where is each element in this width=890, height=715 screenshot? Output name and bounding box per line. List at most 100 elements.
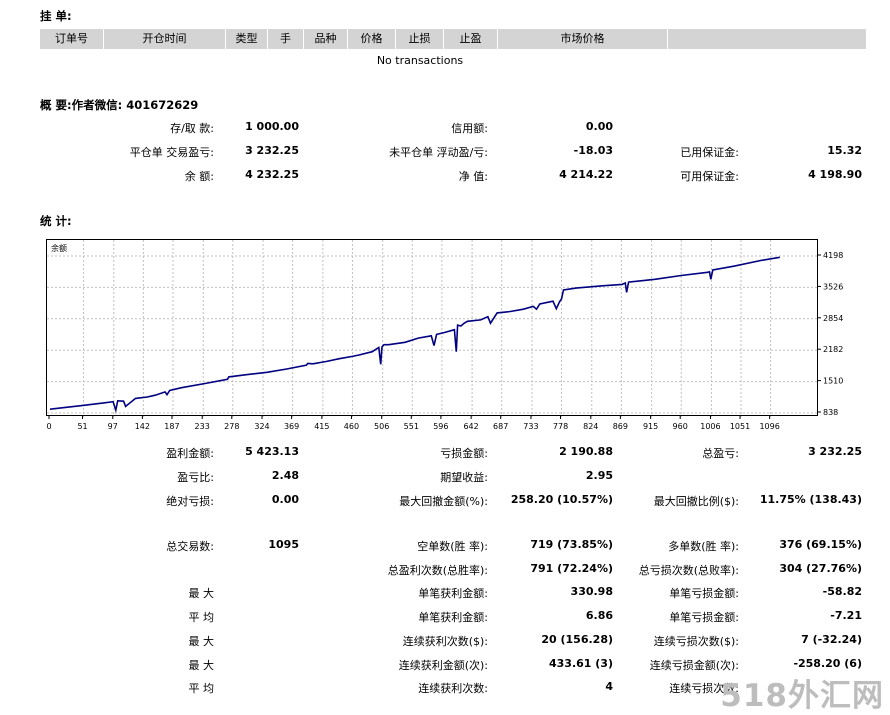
x-tick-label: 233 bbox=[195, 422, 210, 431]
summary-value-r2-c2: 4 198.90 bbox=[808, 168, 862, 181]
stats-value-r4-c2: 304 (27.76%) bbox=[779, 562, 862, 575]
stats-value-r2-c0: 0.00 bbox=[271, 493, 299, 506]
y-tick-label: 2854 bbox=[823, 314, 843, 323]
stats-label-r1-c0: 盈亏比: bbox=[177, 471, 214, 484]
stats-label-r2-c0: 绝对亏损: bbox=[166, 495, 214, 508]
col-type[interactable]: 类型 bbox=[226, 29, 268, 49]
stats-label-r2-c2: 最大回撤比例($): bbox=[653, 495, 739, 508]
x-tick-label: 733 bbox=[523, 422, 538, 431]
stats-label-r5-c2: 单笔亏损金额: bbox=[669, 587, 739, 600]
x-tick-label: 915 bbox=[643, 422, 658, 431]
col-take-profit[interactable]: 止盈 bbox=[444, 29, 498, 49]
stats-value-r0-c1: 2 190.88 bbox=[559, 445, 613, 458]
col-order-id[interactable]: 订单号 bbox=[40, 29, 104, 49]
stats-value-r0-c0: 5 423.13 bbox=[245, 445, 299, 458]
x-tick-label: 1006 bbox=[700, 422, 720, 431]
summary-label-r2-c1: 净 值: bbox=[458, 170, 488, 183]
col-open-time[interactable]: 开仓时间 bbox=[104, 29, 226, 49]
stats-label-r0-c1: 亏损金额: bbox=[440, 447, 488, 460]
y-tick-label: 3526 bbox=[823, 282, 843, 291]
x-tick-label: 551 bbox=[404, 422, 419, 431]
summary-value-r0-c0: 1 000.00 bbox=[245, 120, 299, 133]
stats-value-r8-c2: -258.20 (6) bbox=[793, 657, 862, 670]
stats-value-r3-c0: 1095 bbox=[268, 538, 299, 551]
x-tick-label: 778 bbox=[553, 422, 568, 431]
stats-title: 统 计: bbox=[40, 214, 72, 228]
summary-title: 概 要:作者微信: 401672629 bbox=[40, 98, 199, 112]
summary-label-r1-c2: 已用保证金: bbox=[680, 146, 739, 159]
x-tick-label: 0 bbox=[46, 422, 51, 431]
x-tick-label: 187 bbox=[164, 422, 179, 431]
stats-label-r4-c1: 总盈利次数(总胜率): bbox=[387, 564, 488, 577]
stats-label-r6-c0: 平 均 bbox=[188, 611, 215, 624]
stats-value-r4-c1: 791 (72.24%) bbox=[530, 562, 613, 575]
summary-value-r2-c1: 4 214.22 bbox=[559, 168, 613, 181]
stats-value-r6-c2: -7.21 bbox=[830, 609, 862, 622]
stats-value-r1-c0: 2.48 bbox=[271, 469, 299, 482]
stats-label-r4-c2: 总亏损次数(总败率): bbox=[638, 564, 739, 577]
stats-value-r3-c2: 376 (69.15%) bbox=[779, 538, 862, 551]
summary-label-r1-c0: 平仓单 交易盈亏: bbox=[129, 146, 214, 159]
summary-value-r0-c1: 0.00 bbox=[585, 120, 613, 133]
stats-label-r7-c0: 最 大 bbox=[188, 635, 215, 648]
stats-label-r1-c1: 期望收益: bbox=[440, 471, 488, 484]
x-tick-label: 824 bbox=[583, 422, 598, 431]
summary-value-r1-c0: 3 232.25 bbox=[245, 144, 299, 157]
x-tick-label: 51 bbox=[77, 422, 87, 431]
stats-label-r9-c0: 平 均 bbox=[188, 682, 215, 695]
x-tick-label: 960 bbox=[673, 422, 688, 431]
stats-value-r7-c1: 20 (156.28) bbox=[541, 633, 613, 646]
stats-value-r3-c1: 719 (73.85%) bbox=[530, 538, 613, 551]
summary-label-r0-c0: 存/取 款: bbox=[170, 122, 214, 135]
y-tick-label: 1510 bbox=[823, 377, 843, 386]
x-tick-label: 97 bbox=[108, 422, 118, 431]
col-price[interactable]: 价格 bbox=[348, 29, 396, 49]
stats-label-r0-c2: 总盈亏: bbox=[702, 447, 739, 460]
stats-label-r3-c0: 总交易数: bbox=[166, 540, 214, 553]
chart-title: 余额 bbox=[51, 243, 67, 253]
x-tick-label: 687 bbox=[493, 422, 508, 431]
x-tick-label: 142 bbox=[135, 422, 150, 431]
stats-label-r5-c1: 单笔获利金额: bbox=[418, 587, 488, 600]
stats-value-r1-c1: 2.95 bbox=[585, 469, 613, 482]
summary-value-r1-c1: -18.03 bbox=[573, 144, 613, 157]
stats-value-r9-c1: 4 bbox=[605, 680, 613, 693]
stats-label-r5-c0: 最 大 bbox=[188, 587, 215, 600]
stats-label-r3-c2: 多单数(胜 率): bbox=[668, 540, 739, 553]
col-symbol[interactable]: 品种 bbox=[304, 29, 348, 49]
x-tick-label: 415 bbox=[314, 422, 329, 431]
x-tick-label: 506 bbox=[374, 422, 389, 431]
x-tick-label: 642 bbox=[463, 422, 478, 431]
y-tick-label: 4198 bbox=[823, 251, 843, 260]
balance-chart: 余额 bbox=[46, 239, 819, 417]
stats-label-r8-c0: 最 大 bbox=[188, 659, 215, 672]
col-market-price[interactable]: 市场价格 bbox=[498, 29, 668, 49]
summary-label-r1-c1: 未平仓单 浮动盈/亏: bbox=[389, 146, 488, 159]
x-tick-label: 1051 bbox=[730, 422, 750, 431]
stats-label-r9-c1: 连续获利次数: bbox=[418, 682, 488, 695]
summary-label-r0-c1: 信用额: bbox=[451, 122, 488, 135]
stats-value-r5-c2: -58.82 bbox=[822, 585, 862, 598]
x-tick-label: 278 bbox=[224, 422, 239, 431]
x-tick-label: 324 bbox=[254, 422, 269, 431]
balance-line bbox=[49, 256, 780, 414]
stats-label-r8-c1: 连续获利金额(次): bbox=[398, 659, 488, 672]
x-tick-label: 869 bbox=[613, 422, 628, 431]
summary-label-r2-c2: 可用保证金: bbox=[680, 170, 739, 183]
stats-value-r6-c1: 6.86 bbox=[585, 609, 613, 622]
stats-value-r2-c1: 258.20 (10.57%) bbox=[510, 493, 613, 506]
stats-value-r5-c1: 330.98 bbox=[570, 585, 613, 598]
stats-value-r2-c2: 11.75% (138.43) bbox=[759, 493, 862, 506]
x-tick-label: 596 bbox=[433, 422, 448, 431]
col-lots[interactable]: 手 bbox=[268, 29, 304, 49]
stats-label-r7-c1: 连续获利次数($): bbox=[402, 635, 488, 648]
stats-label-r3-c1: 空单数(胜 率): bbox=[417, 540, 488, 553]
y-tick-label: 2182 bbox=[823, 345, 843, 354]
x-tick-label: 1096 bbox=[759, 422, 779, 431]
stats-label-r6-c1: 单笔获利金额: bbox=[418, 611, 488, 624]
x-tick-label: 369 bbox=[284, 422, 299, 431]
col-stop-loss[interactable]: 止损 bbox=[396, 29, 444, 49]
watermark-logo: 518外汇网 bbox=[720, 678, 884, 714]
stats-value-r7-c2: 7 (-32.24) bbox=[801, 633, 862, 646]
orders-title: 挂 单: bbox=[40, 9, 72, 23]
